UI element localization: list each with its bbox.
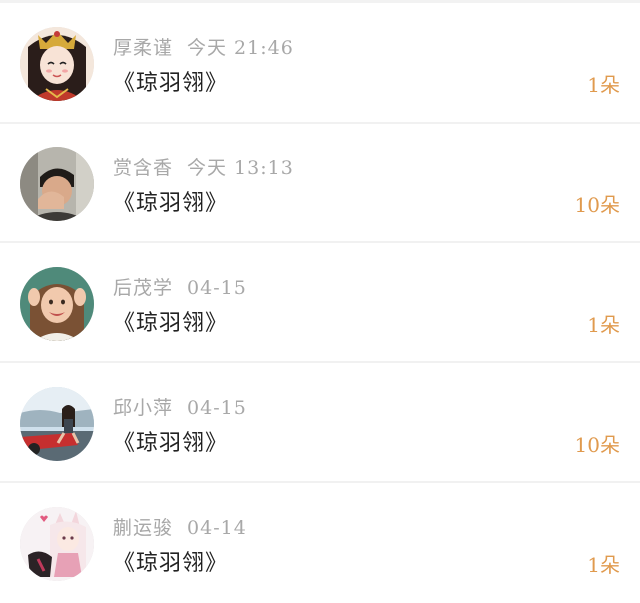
sent-time: 04-15: [187, 397, 247, 419]
gift-title: 《琼羽翎》: [113, 71, 229, 96]
item-meta: 厚柔谨 今天 21:46: [113, 33, 294, 60]
gift-title: 《琼羽翎》: [113, 191, 229, 216]
list-item[interactable]: 蒯运骏 04-14 《琼羽翎》 1朵: [0, 483, 640, 603]
sent-time: 今天 21:46: [187, 37, 294, 59]
sender-name: 赏含香: [113, 157, 174, 179]
gift-count: 10朵: [574, 433, 620, 457]
sender-name: 蒯运骏: [113, 517, 174, 539]
item-meta: 邱小萍 04-15: [113, 393, 247, 420]
sent-time: 今天 13:13: [187, 157, 294, 179]
sender-name: 厚柔谨: [113, 37, 174, 59]
smiling-girl-avatar[interactable]: [20, 267, 94, 341]
item-meta: 蒯运骏 04-14: [113, 513, 247, 540]
gift-title: 《琼羽翎》: [113, 551, 229, 576]
item-meta: 赏含香 今天 13:13: [113, 153, 294, 180]
costume-girl-avatar[interactable]: [20, 27, 94, 101]
gift-count: 10朵: [574, 193, 620, 217]
list-item[interactable]: 厚柔谨 今天 21:46 《琼羽翎》 1朵: [0, 3, 640, 123]
item-meta: 后茂学 04-15: [113, 273, 247, 300]
gift-record-list: 厚柔谨 今天 21:46 《琼羽翎》 1朵 赏含香 今天 13:13 《琼羽翎》 1…: [0, 0, 640, 595]
gift-count: 1朵: [587, 73, 620, 97]
boy-covering-face-avatar[interactable]: [20, 147, 94, 221]
sender-name: 后茂学: [113, 277, 174, 299]
gift-count: 1朵: [587, 553, 620, 577]
sender-name: 邱小萍: [113, 397, 174, 419]
gift-count: 1朵: [587, 313, 620, 337]
anime-fox-girl-avatar[interactable]: [20, 507, 94, 581]
girl-on-red-car-avatar[interactable]: [20, 387, 94, 461]
gift-title: 《琼羽翎》: [113, 431, 229, 456]
list-item[interactable]: 后茂学 04-15 《琼羽翎》 1朵: [0, 243, 640, 363]
sent-time: 04-14: [187, 517, 247, 539]
list-item[interactable]: 邱小萍 04-15 《琼羽翎》 10朵: [0, 363, 640, 483]
sent-time: 04-15: [187, 277, 247, 299]
list-item[interactable]: 赏含香 今天 13:13 《琼羽翎》 10朵: [0, 123, 640, 243]
gift-title: 《琼羽翎》: [113, 311, 229, 336]
